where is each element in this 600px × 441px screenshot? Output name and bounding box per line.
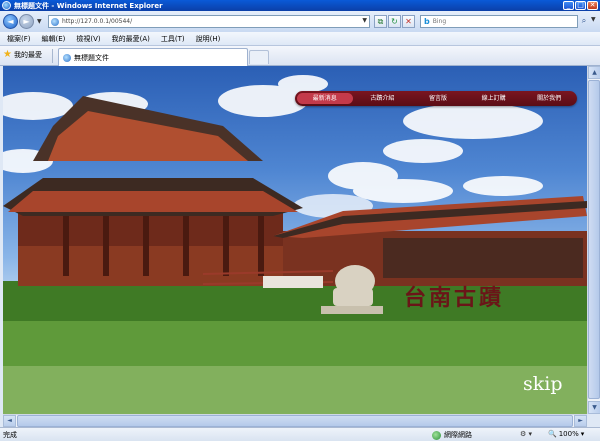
search-field[interactable]: b [420, 15, 578, 28]
title-bar: 無標題文件 - Windows Internet Explorer _ □ ✕ [0, 0, 600, 11]
site-title: 台南古蹟 [404, 285, 505, 311]
site-nav-sites[interactable]: 古蹟介紹 [355, 91, 411, 106]
zoom-control[interactable]: 🔍 100% ▾ [548, 430, 584, 438]
new-tab-button[interactable] [249, 50, 269, 64]
zoom-dropdown-icon[interactable]: ▾ [581, 430, 585, 438]
stop-icon: ✕ [405, 17, 412, 26]
forward-button[interactable]: ► [19, 14, 34, 29]
bing-icon: b [424, 17, 430, 26]
menu-favorites[interactable]: 我的最愛(A) [112, 34, 150, 44]
menu-view[interactable]: 檢視(V) [76, 34, 100, 44]
scroll-left-icon[interactable]: ◄ [3, 415, 16, 427]
tab-current[interactable]: 無標題文件 [58, 48, 248, 66]
window-controls: _ □ ✕ [563, 1, 598, 10]
ie-app-icon [2, 1, 11, 10]
vertical-scroll-thumb[interactable] [588, 80, 600, 399]
address-dropdown-icon[interactable]: ▼ [362, 17, 367, 24]
compat-view-icon: ⧉ [377, 17, 384, 26]
scroll-right-icon[interactable]: ► [574, 415, 587, 427]
favorites-label: 我的最愛 [13, 51, 42, 59]
menu-bar: 檔案(F) 編輯(E) 檢視(V) 我的最愛(A) 工具(T) 說明(H) [0, 32, 600, 46]
skip-link[interactable]: skip [523, 373, 563, 395]
horizontal-scrollbar[interactable]: ◄ ► [3, 414, 587, 427]
site-nav-order[interactable]: 線上訂購 [466, 91, 522, 106]
search-icon[interactable]: ⌕ [577, 15, 591, 28]
back-button[interactable]: ◄ [3, 14, 18, 29]
temple-scene [3, 75, 587, 414]
site-nav-about[interactable]: 關於我們 [521, 91, 577, 106]
maximize-button[interactable]: □ [575, 1, 586, 10]
search-input[interactable] [432, 18, 553, 25]
zoom-icon: 🔍 [548, 430, 557, 438]
address-field[interactable]: ▼ [48, 15, 370, 28]
scroll-up-icon[interactable]: ▲ [588, 66, 600, 79]
search-dropdown-icon[interactable]: ▼ [591, 16, 596, 23]
address-toolbar: ◄ ► ▼ ▼ ⧉ ↻ ✕ b ⌕ ▼ [0, 11, 600, 32]
favorites-button[interactable]: ★ 我的最愛 [3, 50, 42, 60]
security-zone[interactable]: 網際網路 [432, 430, 472, 440]
history-dropdown-icon[interactable]: ▼ [37, 18, 42, 25]
favorites-bar: ★ 我的最愛 無標題文件 [0, 46, 600, 66]
horizontal-scroll-thumb[interactable] [17, 415, 573, 427]
status-bar: 完成 網際網路 ⚙ ▾ 🔍 100% ▾ [0, 427, 600, 441]
compat-view-button[interactable]: ⧉ [374, 15, 387, 28]
protected-mode-icon[interactable]: ⚙ ▾ [520, 430, 532, 438]
vertical-scrollbar[interactable]: ▲ ▼ [587, 66, 600, 414]
site-nav-guestbook[interactable]: 留言版 [410, 91, 466, 106]
menu-file[interactable]: 檔案(F) [7, 34, 31, 44]
scroll-down-icon[interactable]: ▼ [588, 401, 600, 414]
status-text: 完成 [3, 430, 17, 439]
zone-label: 網際網路 [444, 431, 472, 439]
window-title: 無標題文件 - Windows Internet Explorer [14, 1, 163, 10]
tab-label: 無標題文件 [74, 53, 109, 62]
tab-page-icon [63, 53, 71, 62]
forward-arrow-icon: ► [23, 17, 30, 26]
close-button[interactable]: ✕ [587, 1, 598, 10]
refresh-icon: ↻ [391, 17, 398, 26]
toolbar-divider [52, 49, 53, 63]
star-icon: ★ [3, 49, 12, 60]
page-icon [51, 17, 59, 26]
back-arrow-icon: ◄ [7, 17, 14, 26]
menu-tools[interactable]: 工具(T) [161, 34, 185, 44]
refresh-button[interactable]: ↻ [388, 15, 401, 28]
site-navigation: 最新消息 古蹟介紹 留言版 線上訂購 關於我們 [295, 91, 577, 106]
menu-edit[interactable]: 編輯(E) [42, 34, 66, 44]
page-viewport: 最新消息 古蹟介紹 留言版 線上訂購 關於我們 台南古蹟 skip [3, 66, 587, 414]
menu-help[interactable]: 說明(H) [196, 34, 221, 44]
globe-icon [432, 430, 441, 440]
zoom-level: 100% [558, 430, 579, 438]
site-nav-news[interactable]: 最新消息 [297, 93, 353, 104]
stop-button[interactable]: ✕ [402, 15, 415, 28]
address-input[interactable] [62, 18, 352, 25]
minimize-button[interactable]: _ [563, 1, 574, 10]
